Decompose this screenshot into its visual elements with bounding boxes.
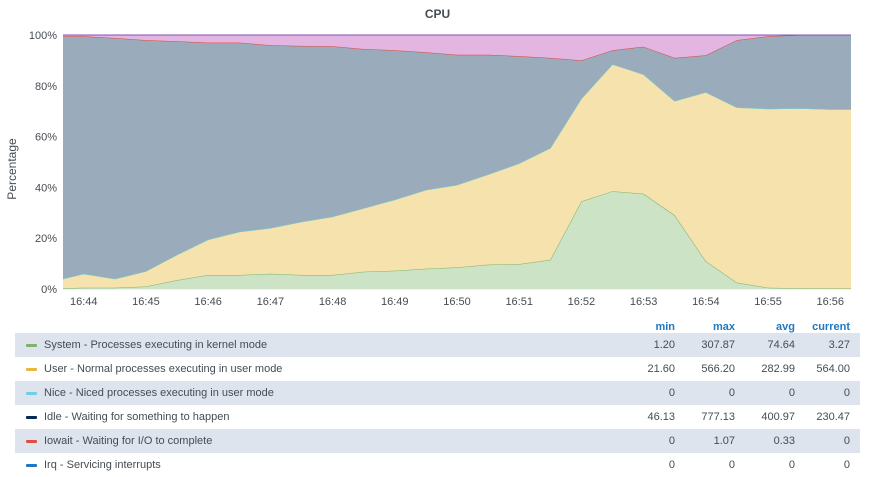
- legend-header: min max avg current: [15, 314, 860, 333]
- y-axis-label: Percentage: [5, 138, 19, 200]
- legend-row[interactable]: Idle - Waiting for something to happen 46…: [15, 405, 860, 429]
- legend-value-current: 0: [843, 459, 850, 471]
- legend-value-max: 0: [728, 459, 735, 471]
- x-tick-label: 16:48: [319, 296, 347, 308]
- legend-col-min[interactable]: min: [630, 321, 675, 333]
- legend-row[interactable]: System - Processes executing in kernel m…: [15, 333, 860, 357]
- legend-value-max: 0: [728, 387, 735, 399]
- legend-value-max: 777.13: [701, 411, 735, 423]
- legend-row[interactable]: User - Normal processes executing in use…: [15, 357, 860, 381]
- x-tick-label: 16:47: [257, 296, 285, 308]
- x-tick-label: 16:49: [381, 296, 409, 308]
- legend-value-min: 0: [668, 387, 675, 399]
- legend-value-current: 0: [843, 387, 850, 399]
- legend-value-min: 46.13: [647, 411, 675, 423]
- legend-value-avg: 0: [788, 459, 795, 471]
- legend-value-min: 1.20: [653, 339, 675, 351]
- legend-value-max: 1.07: [713, 435, 735, 447]
- legend-value-avg: 0: [788, 387, 795, 399]
- legend-table: min max avg current System - Processes e…: [15, 314, 860, 477]
- y-tick-label: 100%: [29, 30, 57, 42]
- legend-value-max: 566.20: [701, 363, 735, 375]
- legend-value-avg: 400.97: [761, 411, 795, 423]
- stacked-areas: [62, 34, 851, 289]
- legend-series-name[interactable]: User - Normal processes executing in use…: [44, 363, 630, 375]
- y-tick-label: 60%: [35, 132, 57, 144]
- x-tick-label: 16:53: [630, 296, 658, 308]
- legend-swatch[interactable]: [26, 343, 37, 347]
- legend-swatch[interactable]: [26, 415, 37, 419]
- legend-row[interactable]: Iowait - Waiting for I/O to complete 0 1.0…: [15, 429, 860, 453]
- legend-row[interactable]: Irq - Servicing interrupts 0 0 0 0: [15, 453, 860, 477]
- legend-value-min: 0: [668, 459, 675, 471]
- legend-col-max[interactable]: max: [675, 321, 735, 333]
- legend-value-max: 307.87: [701, 339, 735, 351]
- x-tick-label: 16:51: [505, 296, 533, 308]
- x-tick-label: 16:52: [568, 296, 596, 308]
- x-tick-label: 16:54: [692, 296, 720, 308]
- legend-swatch[interactable]: [26, 463, 37, 467]
- legend-swatch[interactable]: [26, 391, 37, 395]
- legend-value-min: 21.60: [647, 363, 675, 375]
- y-tick-label: 0%: [41, 284, 57, 296]
- legend-value-current: 0: [843, 435, 850, 447]
- legend-value-avg: 282.99: [761, 363, 795, 375]
- x-tick-label: 16:45: [132, 296, 160, 308]
- x-tick-label: 16:46: [194, 296, 222, 308]
- legend-rows: System - Processes executing in kernel m…: [15, 333, 860, 477]
- legend-swatch[interactable]: [26, 439, 37, 443]
- legend-series-name[interactable]: System - Processes executing in kernel m…: [44, 339, 630, 351]
- legend-value-avg: 74.64: [767, 339, 795, 351]
- legend-series-name[interactable]: Irq - Servicing interrupts: [44, 459, 630, 471]
- y-tick-label: 80%: [35, 81, 57, 93]
- x-tick-label: 16:55: [754, 296, 782, 308]
- legend-value-current: 230.47: [816, 411, 850, 423]
- legend-series-name[interactable]: Iowait - Waiting for I/O to complete: [44, 435, 630, 447]
- legend-series-name[interactable]: Idle - Waiting for something to happen: [44, 411, 630, 423]
- x-tick-label: 16:44: [70, 296, 98, 308]
- legend-col-avg[interactable]: avg: [735, 321, 795, 333]
- legend-row[interactable]: Nice - Niced processes executing in user…: [15, 381, 860, 405]
- y-tick-label: 20%: [35, 233, 57, 245]
- x-tick-label: 16:50: [443, 296, 471, 308]
- x-tick-label: 16:56: [816, 296, 844, 308]
- legend-swatch[interactable]: [26, 367, 37, 371]
- legend-series-name[interactable]: Nice - Niced processes executing in user…: [44, 387, 630, 399]
- cpu-chart: 0% 20% 40% 60% 80% 100% 16:44 16:45 16:46 16:47 16…: [5, 30, 851, 308]
- legend-value-min: 0: [668, 435, 675, 447]
- legend-col-current[interactable]: current: [795, 321, 860, 333]
- legend-value-current: 564.00: [816, 363, 850, 375]
- legend-value-current: 3.27: [828, 339, 850, 351]
- legend-value-avg: 0.33: [773, 435, 795, 447]
- y-tick-label: 40%: [35, 182, 57, 194]
